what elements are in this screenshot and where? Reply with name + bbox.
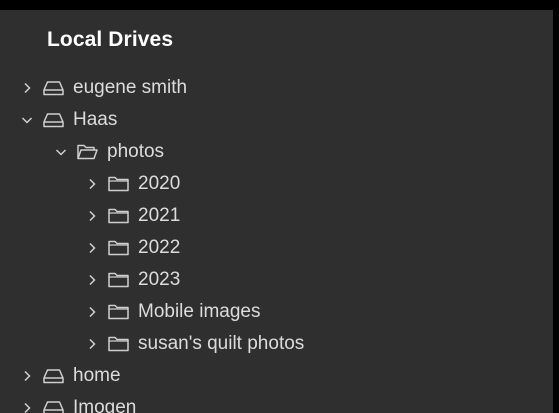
- tree-item-imogen[interactable]: Imogen: [0, 392, 553, 413]
- tree-item-2020[interactable]: 2020: [0, 168, 553, 200]
- tree-item-2022[interactable]: 2022: [0, 232, 553, 264]
- tree-item-photos[interactable]: photos: [0, 136, 553, 168]
- tree-item-label: 2022: [138, 237, 181, 258]
- tree-item-label: 2020: [138, 173, 181, 194]
- tree-item-label: home: [73, 365, 121, 386]
- folder-icon: [108, 336, 129, 352]
- folder-icon: [108, 176, 129, 192]
- tree-item-label: photos: [107, 141, 165, 162]
- chevron-right-icon[interactable]: [85, 209, 99, 223]
- local-drives-panel: Local Drives eugene smith Haas photos 20…: [0, 10, 553, 413]
- chevron-down-icon[interactable]: [54, 145, 68, 159]
- chevron-right-icon[interactable]: [20, 81, 34, 95]
- open-folder-icon: [77, 144, 98, 160]
- drive-tree: eugene smith Haas photos 2020 2021 2022 …: [0, 72, 553, 413]
- tree-item-2021[interactable]: 2021: [0, 200, 553, 232]
- tree-item-susans-quilt-photos[interactable]: susan's quilt photos: [0, 328, 553, 360]
- tree-item-label: 2021: [138, 205, 181, 226]
- chevron-right-icon[interactable]: [85, 337, 99, 351]
- tree-item-label: susan's quilt photos: [138, 333, 305, 354]
- chevron-right-icon[interactable]: [20, 401, 34, 413]
- chevron-right-icon[interactable]: [85, 241, 99, 255]
- chevron-down-icon[interactable]: [20, 113, 34, 127]
- folder-icon: [108, 208, 129, 224]
- tree-item-home[interactable]: home: [0, 360, 553, 392]
- chevron-right-icon[interactable]: [20, 369, 34, 383]
- tree-item-label: Mobile images: [138, 301, 261, 322]
- folder-icon: [108, 304, 129, 320]
- chevron-right-icon[interactable]: [85, 177, 99, 191]
- folder-icon: [108, 272, 129, 288]
- tree-item-label: Haas: [73, 109, 118, 130]
- tree-item-haas[interactable]: Haas: [0, 104, 553, 136]
- tree-item-label: eugene smith: [73, 77, 188, 98]
- drive-icon: [43, 368, 64, 384]
- tree-item-label: Imogen: [73, 397, 137, 413]
- chevron-right-icon[interactable]: [85, 305, 99, 319]
- folder-icon: [108, 240, 129, 256]
- tree-item-eugene-smith[interactable]: eugene smith: [0, 72, 553, 104]
- tree-item-label: 2023: [138, 269, 181, 290]
- drive-icon: [43, 112, 64, 128]
- panel-title: Local Drives: [47, 28, 174, 51]
- tree-item-2023[interactable]: 2023: [0, 264, 553, 296]
- drive-icon: [43, 400, 64, 413]
- drive-icon: [43, 80, 64, 96]
- tree-item-mobile-images[interactable]: Mobile images: [0, 296, 553, 328]
- chevron-right-icon[interactable]: [85, 273, 99, 287]
